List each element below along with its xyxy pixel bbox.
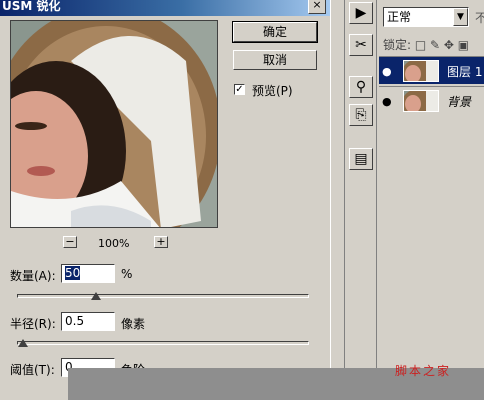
eye-icon[interactable]: ● bbox=[382, 65, 392, 78]
amount-input[interactable]: 50 bbox=[61, 264, 115, 283]
threshold-label: 阈值(T): bbox=[10, 363, 55, 377]
amount-unit: % bbox=[121, 267, 133, 281]
eye-icon[interactable]: ● bbox=[382, 95, 392, 108]
panel-separator bbox=[330, 0, 344, 400]
layer-name: 图层 1 bbox=[447, 65, 483, 79]
amount-slider-thumb[interactable] bbox=[90, 292, 101, 300]
zoom-level: 100% bbox=[98, 237, 130, 250]
chevron-down-icon[interactable]: ▼ bbox=[453, 8, 468, 26]
layers-panel: 正常 ▼ 不 锁定: □ ✎ ✥ ▣ ● 图层 1 ● 背景 bbox=[376, 0, 484, 368]
amount-slider-track[interactable] bbox=[17, 294, 309, 298]
play-icon[interactable]: ▶ bbox=[349, 2, 373, 24]
scissors-icon[interactable]: ✂ bbox=[349, 34, 373, 56]
side-toolbox: ▶ ✂ ⚲ ⎘ ▤ bbox=[344, 0, 376, 368]
layer-thumbnail-image bbox=[404, 91, 438, 111]
radius-input[interactable]: 0.5 bbox=[61, 312, 115, 331]
portrait-image bbox=[11, 21, 217, 227]
ok-button[interactable]: 确定 bbox=[232, 21, 318, 43]
radius-unit: 像素 bbox=[121, 317, 146, 331]
lock-label: 锁定: bbox=[383, 38, 412, 52]
dialog-title: USM 锐化 bbox=[2, 0, 61, 13]
preview-checkbox-label: 预览(P) bbox=[252, 84, 293, 98]
stamp-icon[interactable]: ⎘ bbox=[349, 104, 373, 126]
cancel-button[interactable]: 取消 bbox=[233, 50, 317, 70]
blend-mode-value: 正常 bbox=[387, 10, 412, 24]
amount-value: 50 bbox=[65, 266, 81, 280]
lock-icons[interactable]: □ ✎ ✥ ▣ bbox=[415, 38, 469, 52]
radius-value: 0.5 bbox=[65, 314, 85, 328]
layer-row-1[interactable]: ● 图层 1 bbox=[379, 56, 484, 84]
notes-icon[interactable]: ▤ bbox=[349, 148, 373, 170]
preview-image[interactable] bbox=[10, 20, 218, 228]
watermark-text: 脚本之家 bbox=[395, 364, 452, 378]
layer-thumbnail bbox=[403, 60, 439, 82]
preview-checkbox[interactable]: ✓ bbox=[234, 84, 245, 95]
usm-sharpen-dialog: USM 锐化 × − 100% + 确定 取消 ✓ 预览(P) 数量(A): 5… bbox=[0, 0, 330, 400]
layer-name: 背景 bbox=[447, 95, 472, 109]
layer-thumbnail-image bbox=[404, 61, 438, 81]
layer-thumbnail bbox=[403, 90, 439, 112]
amount-label: 数量(A): bbox=[10, 269, 56, 283]
brush-icon[interactable]: ⚲ bbox=[349, 76, 373, 98]
zoom-in-button[interactable]: + bbox=[154, 236, 168, 248]
radius-slider-track[interactable] bbox=[17, 341, 309, 345]
radius-slider-thumb[interactable] bbox=[17, 339, 28, 347]
dialog-titlebar[interactable]: USM 锐化 × bbox=[0, 0, 330, 16]
opacity-label: 不 bbox=[475, 11, 484, 25]
close-button[interactable]: × bbox=[308, 0, 326, 14]
lock-row: 锁定: □ ✎ ✥ ▣ bbox=[383, 36, 469, 53]
zoom-out-button[interactable]: − bbox=[63, 236, 77, 248]
layer-row-background[interactable]: ● 背景 bbox=[379, 86, 484, 114]
blend-mode-select[interactable]: 正常 ▼ bbox=[383, 7, 469, 27]
radius-label: 半径(R): bbox=[10, 317, 56, 331]
